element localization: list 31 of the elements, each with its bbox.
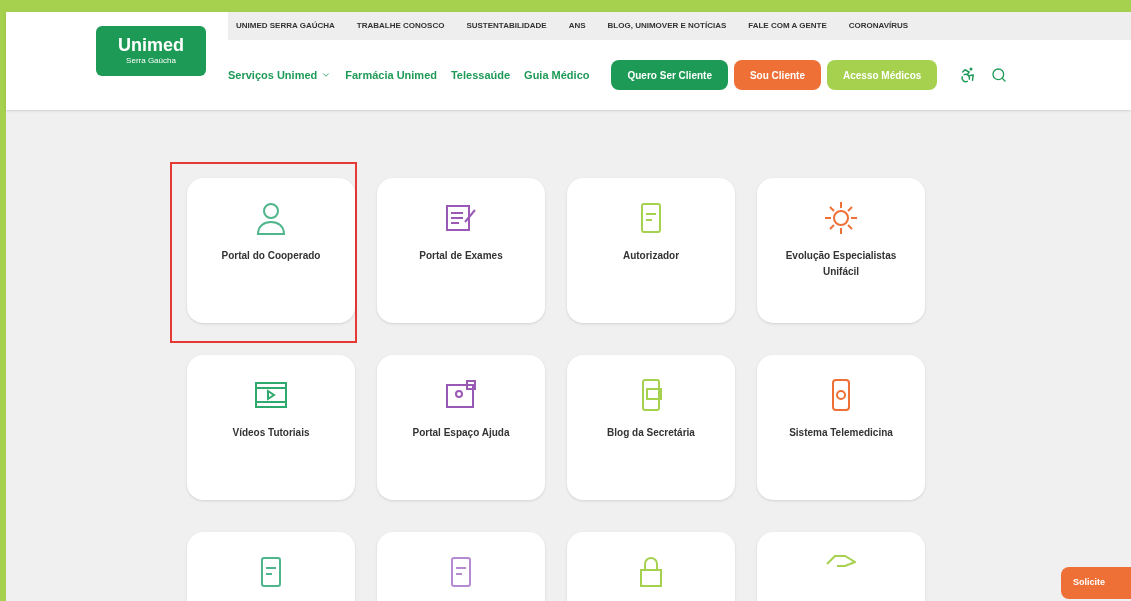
card-label: Evolução Especialistas Unifácil	[784, 249, 898, 279]
service-card[interactable]: Autorizador	[567, 178, 735, 323]
service-card[interactable]: Blog da Secretária	[567, 355, 735, 500]
top-nav-link[interactable]: FALE COM A GENTE	[748, 20, 827, 32]
service-card[interactable]: Portal de Exames	[377, 178, 545, 323]
nav-link[interactable]: Guia Médico	[524, 66, 590, 84]
card-label: Portal Espaço Ajuda	[411, 426, 511, 440]
top-nav-link[interactable]: TRABALHE CONOSCO	[356, 20, 445, 32]
cta-button[interactable]: Quero Ser Cliente	[611, 60, 728, 90]
card-label: Portal de Exames	[418, 249, 504, 263]
card-label: Sistema Telemedicina	[788, 426, 894, 440]
logo[interactable]: Unimed Serra Gaúcha	[96, 26, 206, 76]
nav-link[interactable]: Serviços Unimed	[228, 66, 332, 84]
chevron-down-icon	[321, 70, 332, 80]
service-card[interactable]: Portal do Cooperado	[187, 178, 355, 323]
top-nav-link[interactable]: UNIMED SERRA GAÚCHA	[236, 20, 335, 32]
card-label: Blog da Secretária	[606, 426, 696, 440]
top-nav-link[interactable]: BLOG, UNIMOVER E NOTÍCIAS	[607, 20, 727, 32]
service-card[interactable]: Sistema Telemedicina	[757, 355, 925, 500]
top-nav-link[interactable]: CORONAVÍRUS	[848, 20, 909, 32]
service-card[interactable]: Evolução Especialistas Unifácil	[757, 178, 925, 323]
nav-link[interactable]: Telessaúde	[450, 66, 511, 84]
card-label: Autorizador	[621, 249, 681, 263]
service-card[interactable]: Vídeos Tutoriais	[187, 355, 355, 500]
nav-link[interactable]: Farmácia Unimed	[345, 66, 437, 84]
search-icon[interactable]	[991, 67, 1008, 83]
card-label: Vídeos Tutoriais	[231, 426, 311, 440]
top-nav-link[interactable]: ANS	[568, 20, 586, 32]
card-label: Portal do Cooperado	[220, 249, 322, 263]
top-nav-link[interactable]: SUSTENTABILIDADE	[466, 20, 547, 32]
service-card[interactable]: Portal Espaço Ajuda	[377, 355, 545, 500]
